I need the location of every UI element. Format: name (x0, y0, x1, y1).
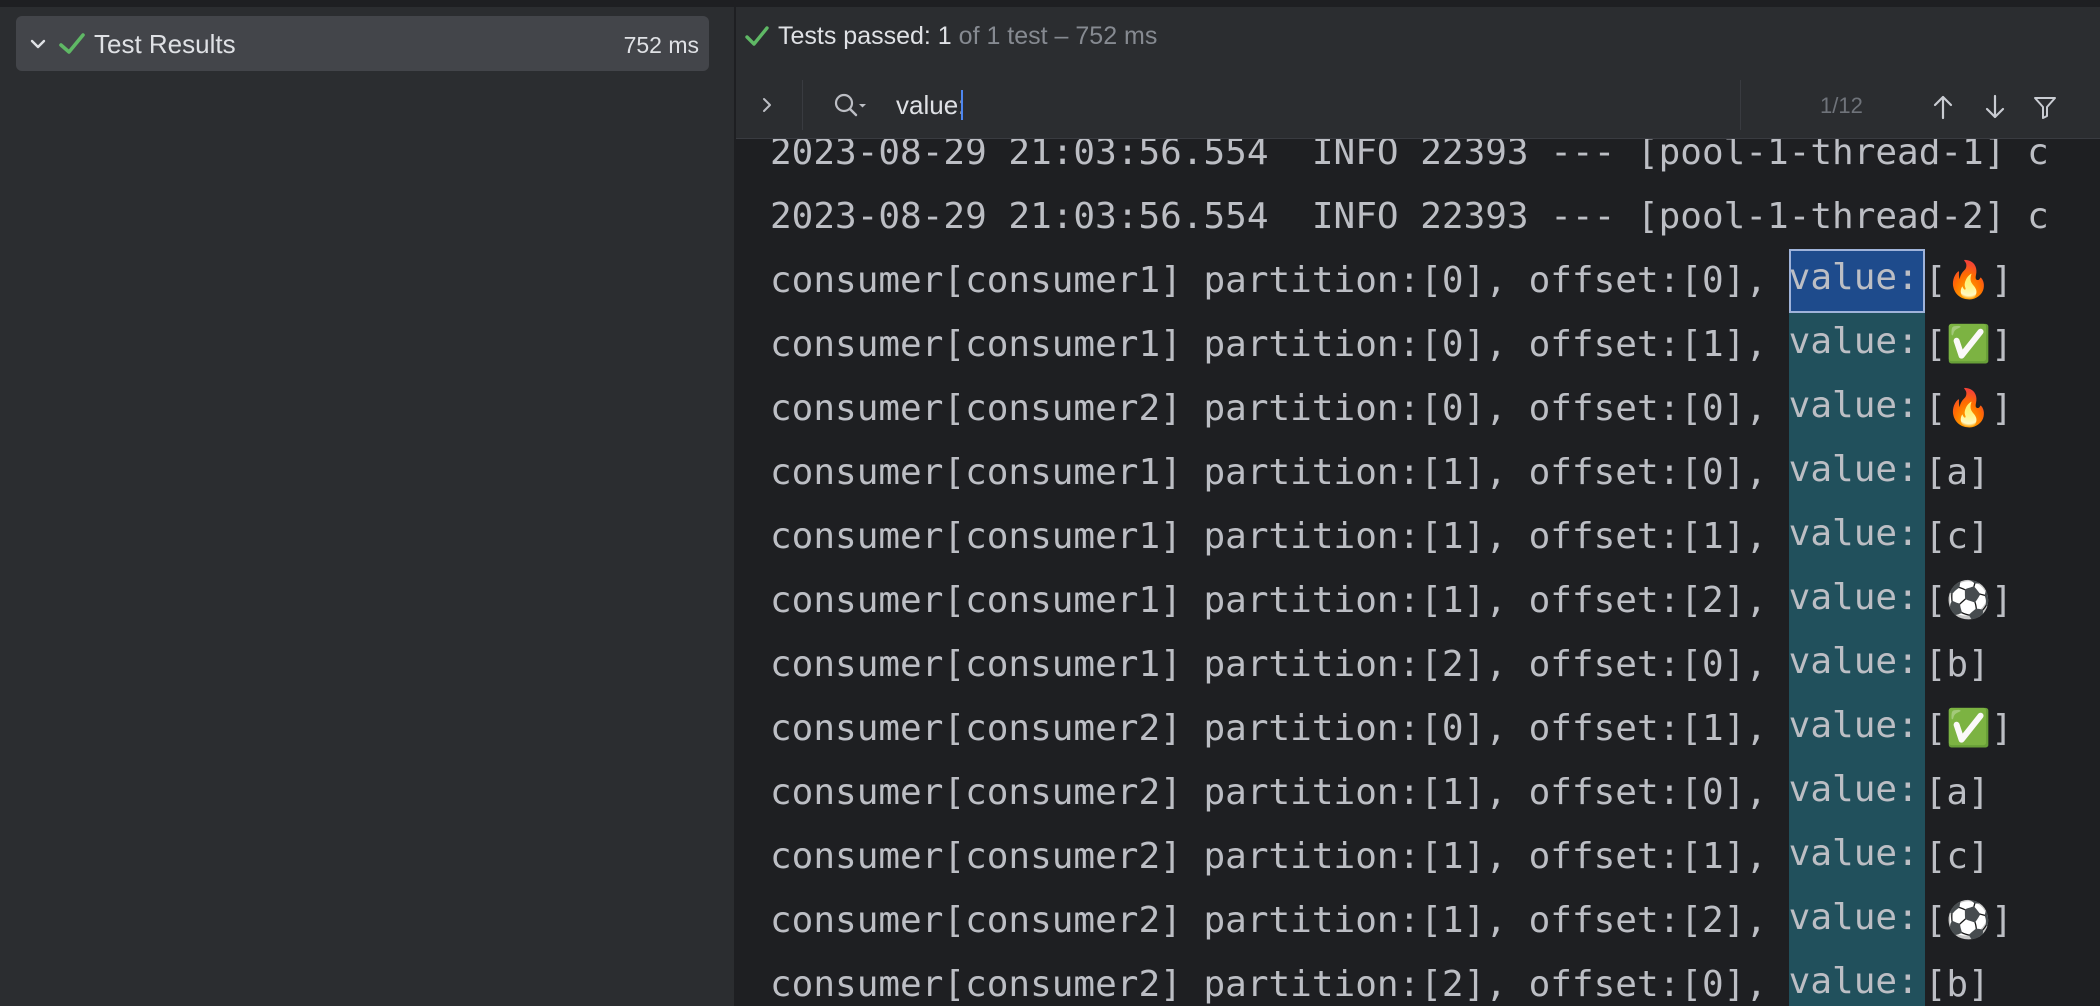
test-status-bar: Tests passed: 1 of 1 test – 752 ms (736, 7, 2100, 71)
console-line-text: consumer[consumer2] partition:[1], offse… (770, 900, 1789, 941)
console-line-value: [a] (1924, 452, 1990, 493)
console-panel: Tests passed: 1 of 1 test – 752 ms value… (736, 7, 2100, 1006)
search-match: value: (1788, 761, 1925, 825)
match-counter-visible: 1/12 (1820, 93, 1863, 118)
test-tree-root-label: Test Results (94, 29, 236, 59)
search-match: value: (1788, 569, 1925, 633)
console-line-value: [🔥] (1924, 260, 2013, 301)
console-line: consumer[consumer2] partition:[1], offse… (770, 761, 2049, 825)
console-line: consumer[consumer2] partition:[0], offse… (770, 377, 2049, 441)
console-line-text: consumer[consumer2] partition:[0], offse… (770, 388, 1789, 429)
search-match: value: (1788, 633, 1925, 697)
search-match: value: (1788, 825, 1925, 889)
console-line: consumer[consumer2] partition:[2], offse… (770, 953, 2049, 1006)
search-match-current: value: (1788, 249, 1925, 313)
console-line-text: 2023-08-29 21:03:56.554 INFO 22393 --- [… (770, 196, 2049, 237)
console-line-text: consumer[consumer1] partition:[2], offse… (770, 644, 1789, 685)
console-output[interactable]: 2023-08-29 21:03:56.554 INFO 22393 --- [… (736, 139, 2100, 1006)
console-line-text: consumer[consumer1] partition:[1], offse… (770, 516, 1789, 557)
arrow-down-icon[interactable] (1982, 93, 2008, 121)
chevron-right-icon[interactable] (758, 96, 776, 114)
console-line: consumer[consumer1] partition:[2], offse… (770, 633, 2049, 697)
search-match: value: (1788, 953, 1925, 1006)
console-line: consumer[consumer1] partition:[0], offse… (770, 313, 2049, 377)
console-line-value: [b] (1924, 644, 1990, 685)
test-status-text: Tests passed: 1 of 1 test – 752 ms (778, 21, 1157, 51)
text-caret (961, 90, 964, 120)
console-line: consumer[consumer1] partition:[1], offse… (770, 569, 2049, 633)
search-input[interactable]: value: (896, 90, 966, 120)
console-line: consumer[consumer1] partition:[1], offse… (770, 505, 2049, 569)
console-line: consumer[consumer1] partition:[1], offse… (770, 441, 2049, 505)
filter-icon[interactable] (2032, 94, 2058, 120)
console-line-text: consumer[consumer1] partition:[1], offse… (770, 580, 1789, 621)
test-tree-panel: Test Results 752 ms (0, 7, 734, 1006)
console-line-value: [c] (1924, 836, 1990, 877)
console-line-text: consumer[consumer1] partition:[0], offse… (770, 324, 1789, 365)
console-line-text: consumer[consumer2] partition:[2], offse… (770, 964, 1789, 1005)
console-line-text: consumer[consumer1] partition:[1], offse… (770, 452, 1789, 493)
console-line-value: [b] (1924, 964, 1990, 1005)
status-passed: Tests passed: 1 (778, 22, 952, 50)
search-separator (1740, 80, 1741, 130)
search-query-text: value: (896, 90, 966, 120)
status-summary: of 1 test – 752 ms (951, 22, 1158, 50)
console-line: 2023-08-29 21:03:56.554 INFO 22393 --- [… (770, 139, 2049, 185)
test-tree-root-row[interactable]: Test Results 752 ms (16, 16, 709, 71)
console-line-text: consumer[consumer2] partition:[1], offse… (770, 772, 1789, 813)
console-line: 2023-08-29 21:03:56.554 INFO 22393 --- [… (770, 185, 2049, 249)
console-line-value: [a] (1924, 772, 1990, 813)
console-line: consumer[consumer2] partition:[1], offse… (770, 889, 2049, 953)
search-match: value: (1788, 313, 1925, 377)
search-match: value: (1788, 441, 1925, 505)
console-line-value: [⚽] (1924, 580, 2013, 621)
search-separator (802, 80, 803, 130)
window-top-strip (0, 0, 2100, 7)
console-line-value: [✅] (1924, 324, 2013, 365)
console-line-text: 2023-08-29 21:03:56.554 INFO 22393 --- [… (770, 139, 2049, 173)
console-line-value: [⚽] (1924, 900, 2013, 941)
console-lines: 2023-08-29 21:03:56.554 INFO 22393 --- [… (770, 139, 2049, 1006)
console-line-value: [✅] (1924, 708, 2013, 749)
test-tree-root-duration: 752 ms (623, 32, 699, 58)
console-line: consumer[consumer2] partition:[1], offse… (770, 825, 2049, 889)
arrow-up-icon[interactable] (1930, 93, 1956, 121)
console-line-text: consumer[consumer2] partition:[1], offse… (770, 836, 1789, 877)
console-line: consumer[consumer2] partition:[0], offse… (770, 697, 2049, 761)
console-line: consumer[consumer1] partition:[0], offse… (770, 249, 2049, 313)
console-line-text: consumer[consumer2] partition:[0], offse… (770, 708, 1789, 749)
console-line-value: [🔥] (1924, 388, 2013, 429)
search-match: value: (1788, 697, 1925, 761)
check-icon (745, 26, 769, 46)
console-line-text: consumer[consumer1] partition:[0], offse… (770, 260, 1789, 301)
check-icon (59, 33, 85, 54)
search-match: value: (1788, 377, 1925, 441)
search-match: value: (1788, 889, 1925, 953)
chevron-down-icon[interactable] (28, 34, 48, 54)
search-match: value: (1788, 505, 1925, 569)
console-line-value: [c] (1924, 516, 1990, 557)
search-nav-group: 1/12 (1740, 72, 2100, 138)
search-history-icon[interactable] (832, 92, 868, 120)
